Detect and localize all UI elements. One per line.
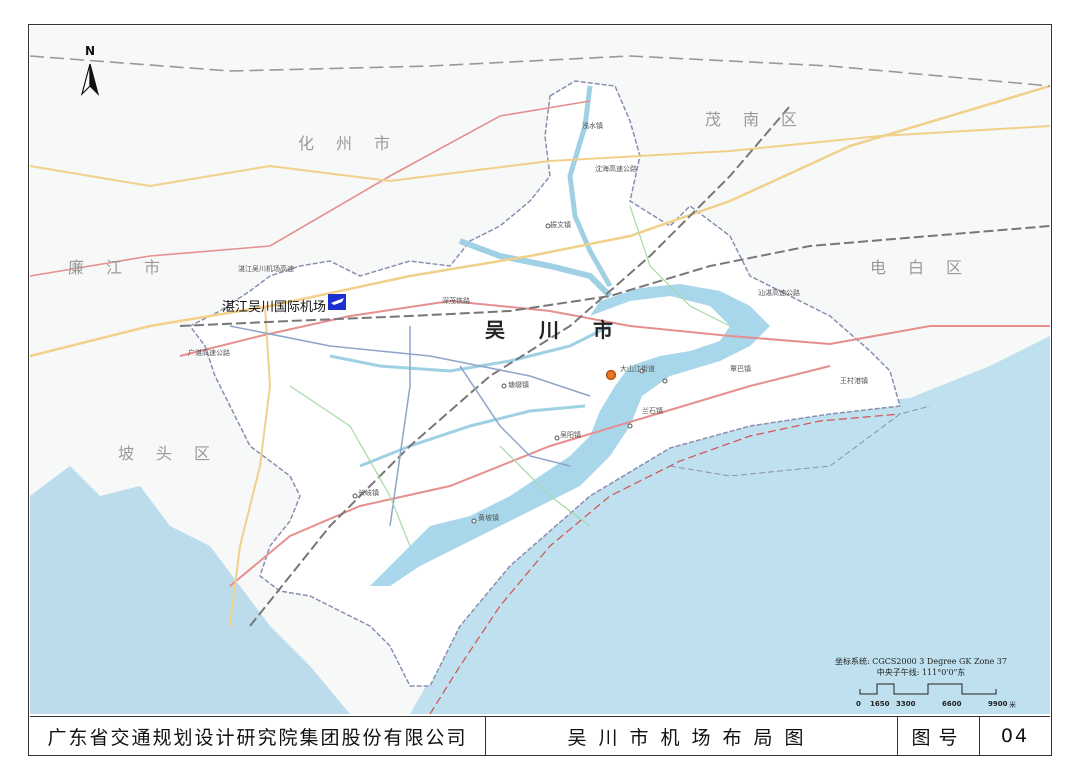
region-huazhou: 化州市 bbox=[298, 134, 413, 153]
scale-tick-1: 1650 bbox=[870, 700, 890, 708]
coord-line-2: 中央子午线: 111°0'0"东 bbox=[876, 668, 966, 677]
highway-3 bbox=[30, 125, 1050, 188]
road-label-1: 沈海高速公路 bbox=[595, 165, 637, 173]
place-label-4: 黄坡镇 bbox=[478, 514, 499, 522]
north-arrow bbox=[80, 63, 100, 97]
place-label-9: 兰石镇 bbox=[642, 407, 663, 415]
map-title: 吴川市机场布局图 bbox=[567, 726, 816, 749]
airport-site-marker bbox=[605, 369, 617, 381]
place-label-0: 振文镇 bbox=[550, 221, 571, 229]
region-dianbai: 电白区 bbox=[870, 258, 985, 277]
scale-tick-4: 9900 bbox=[988, 700, 1008, 708]
coord-line-1: 坐标系统: CGCS2000 3 Degree GK Zone 37 bbox=[835, 657, 1007, 666]
road-label-4: 广湛高速公路 bbox=[188, 349, 230, 357]
road-label-3: 汕湛高速公路 bbox=[758, 289, 800, 297]
scale-unit: 米 bbox=[1009, 701, 1016, 709]
place-label-2: 塘缀镇 bbox=[508, 381, 529, 389]
scale-tick-3: 6600 bbox=[942, 700, 962, 708]
base-map-svg bbox=[30, 55, 1050, 714]
number-label-cell: 图号 bbox=[898, 717, 980, 755]
place-label-1: 浅水镇 bbox=[582, 122, 603, 130]
place-label-3: 长岐镇 bbox=[358, 489, 379, 497]
organization-name: 广东省交通规划设计研究院集团股份有限公司 bbox=[47, 726, 468, 749]
scale-tick-2: 3300 bbox=[896, 700, 916, 708]
place-label-5: 吴阳镇 bbox=[560, 431, 581, 439]
railway-3 bbox=[30, 55, 1050, 87]
road-label-0: 湛江吴川机场高速 bbox=[238, 265, 294, 273]
airport-label: 湛江吴川国际机场 bbox=[222, 300, 327, 315]
north-indicator: N bbox=[78, 44, 102, 58]
place-label-6: 大山江街道 bbox=[620, 365, 655, 373]
region-maonan: 茂南区 bbox=[705, 110, 820, 129]
drawing-number: 04 bbox=[1000, 725, 1030, 747]
title-cell: 吴川市机场布局图 bbox=[486, 717, 898, 755]
number-cell: 04 bbox=[980, 717, 1050, 755]
scale-tick-0: 0 bbox=[856, 700, 861, 708]
coordinate-system-note: 坐标系统: CGCS2000 3 Degree GK Zone 37 中央子午线… bbox=[806, 656, 1036, 678]
place-label-7: 覃巴镇 bbox=[730, 365, 751, 373]
organization-cell: 广东省交通规划设计研究院集团股份有限公司 bbox=[30, 717, 486, 755]
number-label: 图号 bbox=[911, 726, 966, 749]
road-label-2: 深茂铁路 bbox=[442, 297, 470, 305]
map-canvas: N 化州市 茂南区 电白区 廉江市 坡头区 吴川市 湛江吴川国际机场 湛江吴川机… bbox=[30, 26, 1050, 714]
city-label: 吴川市 bbox=[485, 318, 647, 342]
scale-bar: 0 1650 3300 6600 9900 米 bbox=[856, 680, 1016, 710]
region-potou: 坡头区 bbox=[118, 444, 233, 463]
north-label: N bbox=[84, 44, 96, 58]
place-label-8: 王村港镇 bbox=[840, 377, 868, 385]
title-bar: 广东省交通规划设计研究院集团股份有限公司 吴川市机场布局图 图号 04 bbox=[30, 716, 1050, 755]
region-lianjiang: 廉江市 bbox=[68, 258, 183, 277]
airport-icon bbox=[328, 294, 346, 310]
